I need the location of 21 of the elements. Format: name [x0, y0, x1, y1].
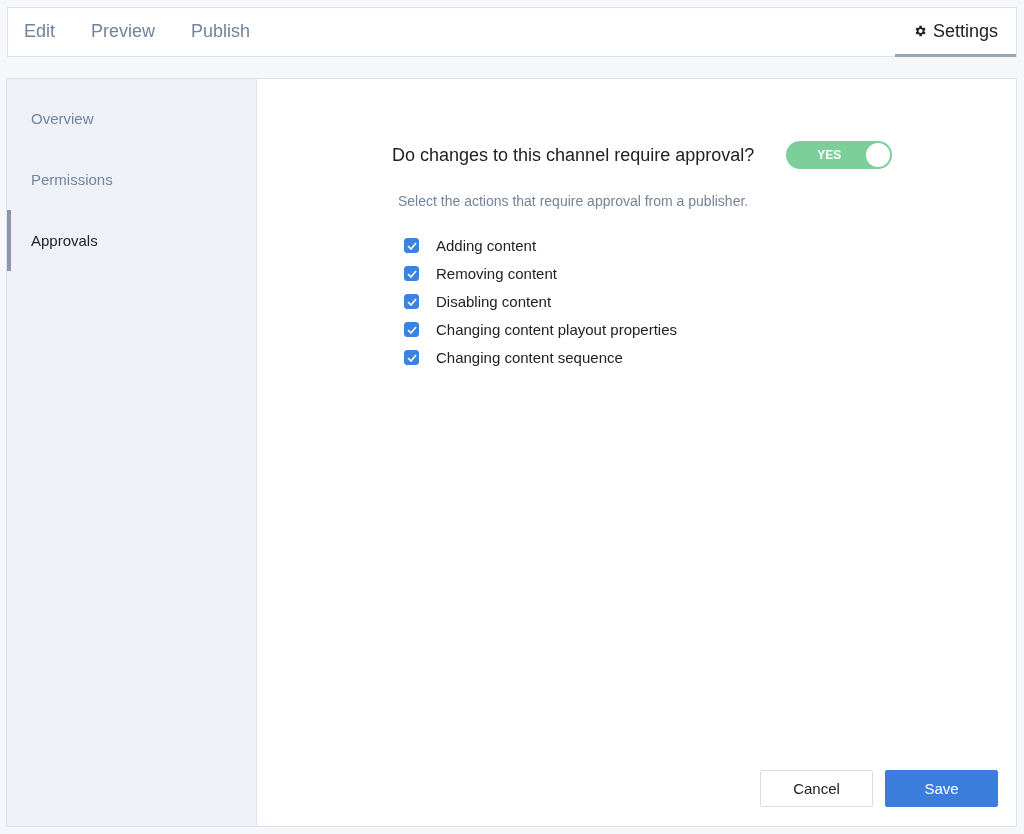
- save-button[interactable]: Save: [885, 770, 998, 807]
- tab[interactable]: Edit: [8, 8, 74, 57]
- checkbox[interactable]: [404, 266, 419, 281]
- checkbox-label: Removing content: [436, 265, 557, 282]
- checkbox[interactable]: [404, 294, 419, 309]
- checkbox-label: Adding content: [436, 237, 537, 254]
- tab[interactable]: Publish: [173, 8, 269, 57]
- sidebar-item[interactable]: Overview: [7, 88, 256, 149]
- tab[interactable]: Settings: [894, 8, 1016, 57]
- checkbox[interactable]: [404, 322, 419, 337]
- sidebar-item[interactable]: Permissions: [7, 149, 256, 210]
- checkbox[interactable]: [404, 238, 419, 253]
- checkbox-label: Changing content playout properties: [436, 321, 677, 338]
- hint-text: Select the actions that require approval from a publisher.: [398, 193, 750, 209]
- checkbox-label: Changing content sequence: [436, 349, 623, 366]
- cancel-button[interactable]: Cancel: [760, 770, 873, 807]
- checkbox-label: Disabling content: [436, 293, 552, 310]
- sidebar-item[interactable]: Approvals: [7, 210, 256, 271]
- checkbox[interactable]: [404, 350, 419, 365]
- approval-question: Do changes to this channel require approval?: [392, 144, 755, 166]
- tab[interactable]: Preview: [73, 8, 174, 57]
